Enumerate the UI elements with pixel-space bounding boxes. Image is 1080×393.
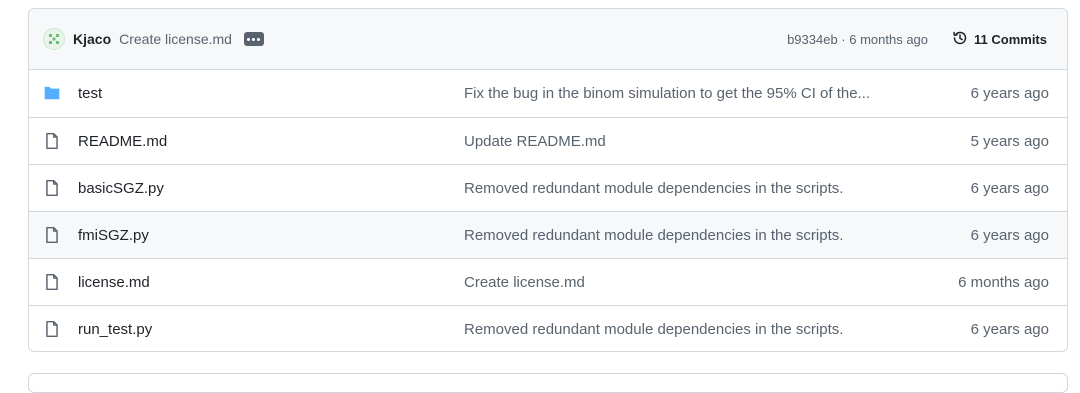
commit-message-link[interactable]: Removed redundant module dependencies in… — [464, 180, 843, 197]
folder-icon — [43, 84, 61, 102]
file-name-link[interactable]: README.md — [78, 133, 167, 150]
file-icon — [43, 132, 61, 150]
file-icon — [43, 179, 61, 197]
file-row[interactable]: basicSGZ.py Removed redundant module depe… — [29, 164, 1067, 211]
file-icon — [43, 320, 61, 338]
commits-link[interactable]: 11 Commits — [944, 26, 1055, 53]
file-row[interactable]: run_test.py Removed redundant module depe… — [29, 305, 1067, 351]
file-name-link[interactable]: basicSGZ.py — [78, 180, 164, 197]
readme-box — [28, 373, 1068, 393]
commit-age: 6 years ago — [970, 320, 1049, 338]
commit-message-link[interactable]: Create license.md — [464, 274, 585, 291]
commit-sha-age[interactable]: b9334eb · 6 months ago — [787, 32, 928, 47]
file-row[interactable]: license.md Create license.md 6 months ago — [29, 258, 1067, 305]
commit-age: 6 years ago — [970, 179, 1049, 197]
file-browser: Kjaco Create license.md b9334eb · 6 mont… — [28, 8, 1068, 352]
commits-count: 11 Commits — [974, 31, 1047, 47]
commit-message-link[interactable]: Removed redundant module dependencies in… — [464, 321, 843, 338]
history-icon — [952, 30, 968, 49]
commit-author[interactable]: Kjaco — [73, 31, 111, 47]
commit-age: 6 years ago — [970, 226, 1049, 244]
file-name-link[interactable]: license.md — [78, 274, 150, 291]
latest-commit-bar: Kjaco Create license.md b9334eb · 6 mont… — [29, 9, 1067, 70]
file-icon — [43, 273, 61, 291]
expand-commit-button[interactable] — [243, 32, 264, 46]
file-row[interactable]: test Fix the bug in the binom simulation … — [29, 70, 1067, 117]
commit-age: 5 years ago — [970, 132, 1049, 150]
file-name-link[interactable]: fmiSGZ.py — [78, 227, 149, 244]
commit-message-link[interactable]: Update README.md — [464, 133, 606, 150]
file-row[interactable]: fmiSGZ.py Removed redundant module depend… — [29, 211, 1067, 258]
commit-message-link[interactable]: Fix the bug in the binom simulation to g… — [464, 85, 870, 102]
file-row[interactable]: README.md Update README.md 5 years ago — [29, 117, 1067, 164]
file-name-link[interactable]: test — [78, 85, 102, 102]
file-name-link[interactable]: run_test.py — [78, 321, 152, 338]
file-icon — [43, 226, 61, 244]
commit-age: 6 months ago — [958, 273, 1049, 291]
latest-commit-message[interactable]: Create license.md — [119, 31, 232, 47]
avatar[interactable] — [43, 28, 65, 50]
commit-message-link[interactable]: Removed redundant module dependencies in… — [464, 227, 843, 244]
commit-age: 6 years ago — [970, 85, 1049, 102]
